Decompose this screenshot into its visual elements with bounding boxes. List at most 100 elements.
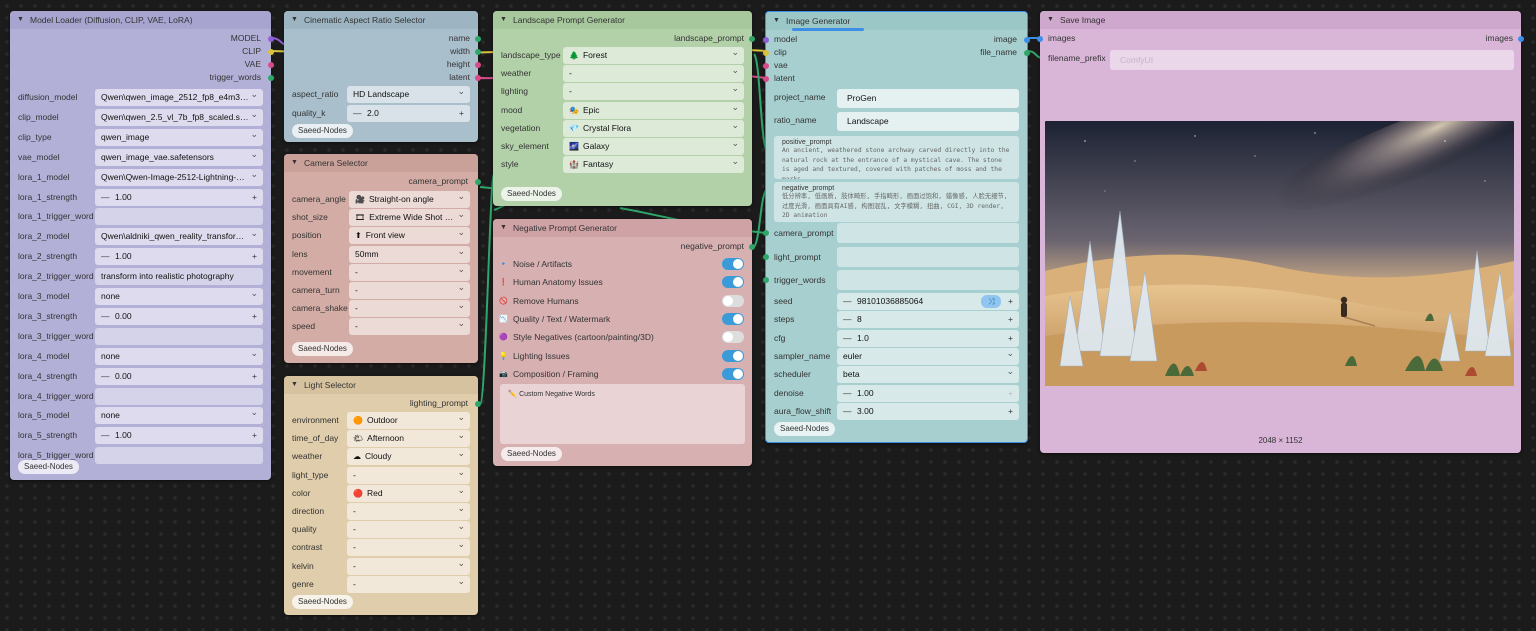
save-image-node[interactable]: ▼ Save Image images images filename_pref…	[1037, 11, 1524, 453]
chevron-down-icon[interactable]: ▼	[291, 376, 298, 394]
diffusion-model-dropdown[interactable]: Qwen\qwen_image_2512_fp8_e4m3fn.safetens…	[95, 89, 263, 106]
output-slot-dot[interactable]	[1024, 49, 1030, 56]
aspect-header[interactable]: ▼ Cinematic Aspect Ratio Selector	[284, 11, 478, 29]
minus-icon[interactable]: —	[101, 308, 110, 325]
output-camera-prompt[interactable]: camera_prompt	[408, 175, 468, 188]
output-slot-dot[interactable]	[268, 48, 274, 55]
toggle-switch[interactable]	[722, 349, 744, 362]
time-of-day-dropdown[interactable]: 🌤 Afternoon	[347, 430, 470, 448]
output-slot-dot[interactable]	[475, 48, 481, 55]
output-slot-dot[interactable]	[268, 35, 274, 42]
output-name[interactable]: name	[449, 32, 470, 45]
trigger-words-input[interactable]	[837, 270, 1019, 290]
color-dropdown[interactable]: 🔴 Red	[347, 484, 470, 502]
negative-prompt-textarea[interactable]: negative_prompt 低分辨率, 低画质, 肢体畸形, 手指畸形, 画…	[774, 182, 1019, 222]
light-prompt-input[interactable]	[837, 246, 1019, 267]
generator-header[interactable]: ▼ Image Generator	[766, 12, 1027, 31]
light-selector-node[interactable]: ▼ Light Selector lighting_prompt Saeed-N…	[284, 376, 481, 615]
toggle-switch[interactable]	[722, 367, 744, 380]
output-slot-dot[interactable]	[475, 74, 481, 81]
output-lighting-prompt[interactable]: lighting_prompt	[410, 397, 468, 410]
input-slot-dot[interactable]	[763, 36, 769, 43]
output-height[interactable]: height	[447, 58, 470, 71]
custom-negative-words-input[interactable]: ✏️ Custom Negative Words	[500, 384, 745, 444]
minus-icon[interactable]: —	[353, 105, 362, 122]
plus-icon[interactable]: +	[1008, 293, 1013, 310]
speed-dropdown[interactable]: -	[349, 318, 470, 336]
plus-icon[interactable]: +	[459, 105, 464, 122]
minus-icon[interactable]: —	[101, 368, 110, 385]
input-slot-dot[interactable]	[763, 75, 769, 82]
steps-stepper[interactable]: — +8	[837, 311, 1019, 329]
lora-5-strength-stepper[interactable]: — +1.00	[95, 427, 263, 445]
quality-dropdown[interactable]: -	[347, 521, 470, 539]
minus-icon[interactable]: —	[843, 330, 852, 347]
toggle-row[interactable]: 📉 Quality / Text / Watermark	[499, 311, 752, 328]
input-slot-dot[interactable]	[1037, 35, 1043, 42]
shuffle-icon[interactable]: ⤨	[981, 295, 1001, 308]
lora-4-strength-stepper[interactable]: — +0.00	[95, 367, 263, 385]
direction-dropdown[interactable]: -	[347, 503, 470, 520]
position-dropdown[interactable]: ⬆ Front view	[349, 227, 470, 245]
output-model[interactable]: MODEL	[231, 32, 261, 45]
camera-prompt-input[interactable]	[837, 223, 1019, 243]
toggle-row[interactable]: 🔹 Noise / Artifacts	[499, 256, 752, 273]
input-slot-dot[interactable]	[763, 277, 769, 283]
output-clip[interactable]: CLIP	[242, 45, 261, 58]
toggle-switch[interactable]	[722, 258, 744, 270]
toggle-switch[interactable]	[722, 331, 744, 344]
output-slot-dot[interactable]	[475, 178, 481, 185]
output-latent[interactable]: latent	[449, 71, 470, 84]
chevron-down-icon[interactable]: ▼	[291, 154, 298, 172]
lora-5-trigger-word-input[interactable]	[95, 447, 263, 465]
ratio-name-input[interactable]: Landscape	[837, 112, 1019, 131]
chevron-down-icon[interactable]: ▼	[17, 11, 24, 29]
plus-icon[interactable]: +	[1008, 330, 1013, 347]
output-slot-dot[interactable]	[749, 35, 755, 42]
light-type-dropdown[interactable]: -	[347, 466, 470, 484]
output-image[interactable]: image	[994, 33, 1017, 46]
positive-prompt-textarea[interactable]: positive_prompt An ancient, weathered st…	[774, 136, 1019, 179]
input-slot-dot[interactable]	[763, 253, 769, 260]
minus-icon[interactable]: —	[101, 248, 110, 265]
lighting-dropdown[interactable]: -	[563, 83, 744, 101]
output-width[interactable]: width	[450, 45, 470, 58]
input-vae[interactable]: vae	[774, 59, 788, 72]
toggle-row[interactable]: 🟣 Style Negatives (cartoon/painting/3D)	[499, 329, 752, 346]
lora-1-model-dropdown[interactable]: Qwen\Qwen-Image-2512-Lightning-8steps	[95, 168, 263, 186]
chevron-down-icon[interactable]: ▼	[1047, 11, 1054, 29]
input-slot-dot[interactable]	[763, 62, 769, 69]
lora-1-trigger-word-input[interactable]	[95, 208, 263, 226]
lora-2-model-dropdown[interactable]: Qwen\aldniki_qwen_reality_transform_v1	[95, 228, 263, 246]
lora-3-strength-stepper[interactable]: — +0.00	[95, 307, 263, 325]
input-slot-dot[interactable]	[763, 230, 769, 236]
plus-icon[interactable]: +	[1008, 403, 1013, 420]
output-images[interactable]: images	[1486, 32, 1513, 45]
lora-3-trigger-word-input[interactable]	[95, 327, 263, 345]
lora-4-trigger-word-input[interactable]	[95, 387, 263, 405]
input-latent[interactable]: latent	[774, 72, 795, 85]
plus-icon[interactable]: +	[1008, 311, 1013, 328]
vae-model-dropdown[interactable]: qwen_image_vae.safetensors	[95, 148, 263, 166]
chevron-down-icon[interactable]: ▼	[500, 11, 507, 29]
output-negative-prompt[interactable]: negative_prompt	[681, 240, 744, 253]
camera-angle-dropdown[interactable]: 🎥 Straight-on angle	[349, 191, 470, 208]
project-name-input[interactable]: ProGen	[837, 89, 1019, 108]
chevron-down-icon[interactable]: ▼	[773, 12, 780, 30]
lora-4-model-dropdown[interactable]: none	[95, 347, 263, 365]
output-trigger-words[interactable]: trigger_words	[210, 71, 262, 84]
image-generator-node[interactable]: ▼ Image Generator project_name ProGen ra…	[763, 11, 1030, 443]
environment-dropdown[interactable]: 🟠 Outdoor	[347, 412, 470, 429]
camera-shake-dropdown[interactable]: -	[349, 300, 470, 318]
denoise-stepper[interactable]: — +1.00	[837, 384, 1019, 402]
minus-icon[interactable]: —	[101, 427, 110, 444]
camera-turn-dropdown[interactable]: -	[349, 282, 470, 299]
model-loader-node[interactable]: ▼ Model Loader (Diffusion, CLIP, VAE, Lo…	[10, 11, 274, 480]
chevron-down-icon[interactable]: ▼	[291, 11, 298, 29]
toggle-row[interactable]: ❗ Human Anatomy Issues	[499, 274, 752, 291]
plus-icon[interactable]: +	[252, 308, 257, 325]
landscape-prompt-node[interactable]: ▼ Landscape Prompt Generator landscape_p…	[493, 11, 755, 206]
input-images[interactable]: images	[1048, 32, 1075, 45]
minus-icon[interactable]: —	[843, 385, 852, 402]
output-vae[interactable]: VAE	[245, 58, 261, 71]
